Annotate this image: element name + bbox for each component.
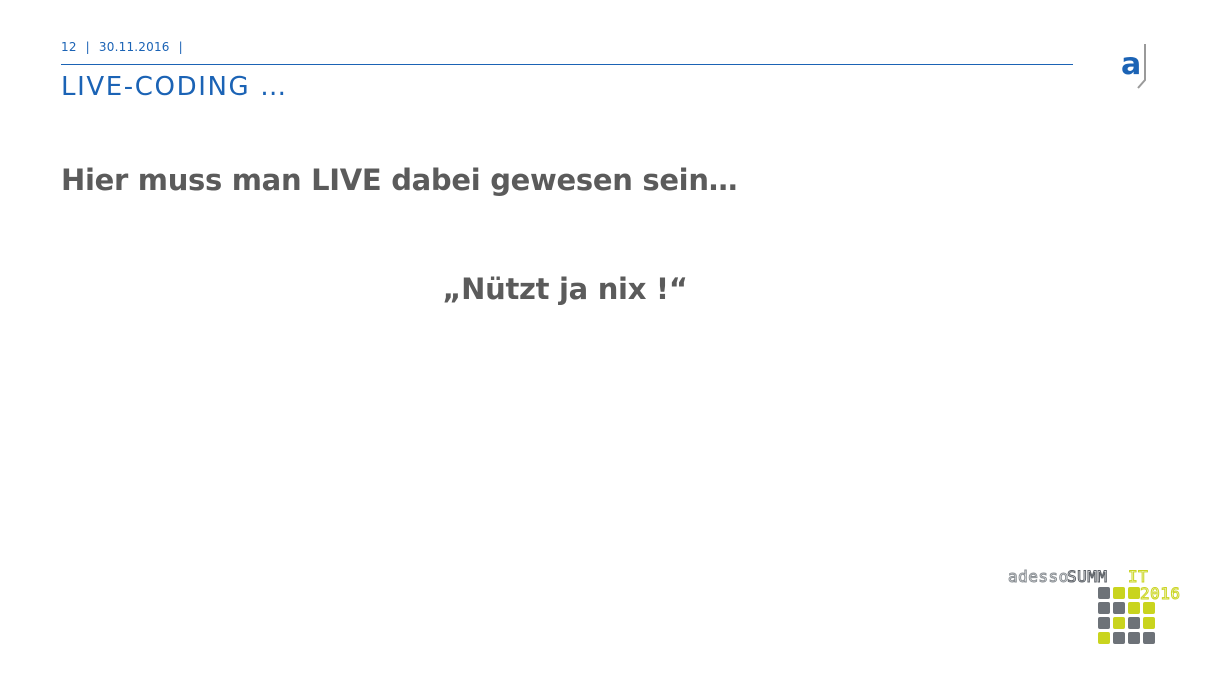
adesso-summit-2016-logo-icon: adesso SUMM IT 2016 (1008, 567, 1181, 644)
slide-quote: „Nützt ja nix !“ (442, 272, 688, 306)
slide-title: LIVE-CODING … (61, 72, 288, 102)
slide-heading: Hier muss man LIVE dabei gewesen sein… (61, 163, 738, 197)
summit-event-text: SUMM (1067, 567, 1108, 586)
adesso-logo-icon: a (1121, 44, 1146, 89)
summit-brand-text: adesso (1008, 567, 1069, 586)
slide-date: 30.11.2016 (98, 40, 170, 54)
logo-letter: a (1121, 47, 1141, 82)
meta-separator-end: | (178, 40, 183, 54)
slide-meta: 12 | 30.11.2016 | (61, 40, 192, 54)
meta-separator: | (85, 40, 90, 54)
header-rule (61, 64, 1073, 65)
page-number: 12 (61, 40, 77, 54)
summit-year-text: 2016 (1140, 584, 1181, 603)
